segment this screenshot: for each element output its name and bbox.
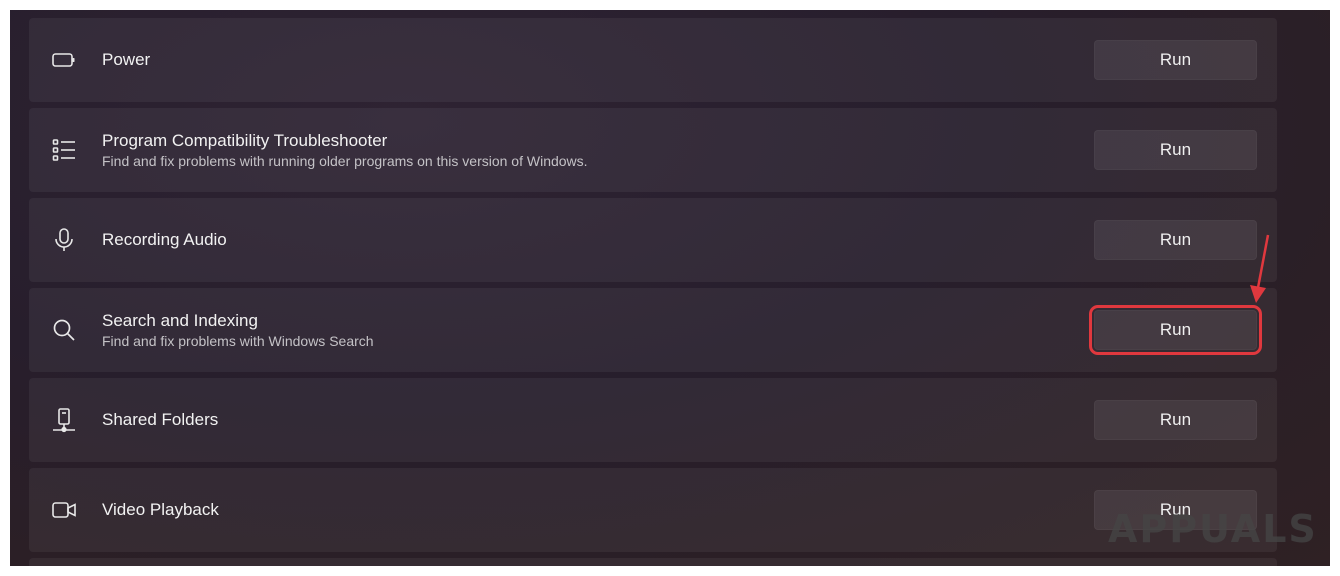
row-title: Video Playback — [102, 500, 219, 519]
troubleshooter-row-power: Power Run — [29, 18, 1277, 102]
troubleshooter-row-shared-folders: Shared Folders Run — [29, 378, 1277, 462]
network-drive-icon — [47, 403, 81, 437]
search-icon — [47, 313, 81, 347]
troubleshooter-row-recording-audio: Recording Audio Run — [29, 198, 1277, 282]
run-button-search-indexing[interactable]: Run — [1089, 305, 1262, 355]
annotation-arrow — [1250, 234, 1270, 303]
list-icon — [47, 133, 81, 167]
troubleshooter-row-program-compatibility: Program Compatibility Troubleshooter Fin… — [29, 108, 1277, 192]
troubleshooter-row-video-playback: Video Playback Run — [29, 468, 1277, 552]
row-title: Program Compatibility Troubleshooter — [102, 131, 388, 150]
video-camera-icon — [47, 493, 81, 527]
run-button-recording-audio[interactable]: Run — [1094, 220, 1257, 260]
row-title: Shared Folders — [102, 410, 219, 429]
row-title: Recording Audio — [102, 230, 227, 249]
troubleshooter-row-search-indexing: Search and Indexing Find and fix problem… — [29, 288, 1277, 372]
troubleshooters-window: Power Run Program Compatibility Troubles… — [10, 10, 1330, 566]
row-description: Find and fix problems with Windows Searc… — [102, 333, 374, 349]
run-button-program-compatibility[interactable]: Run — [1094, 130, 1257, 170]
microphone-icon — [47, 223, 81, 257]
row-description: Find and fix problems with running older… — [102, 153, 588, 169]
run-button-shared-folders[interactable]: Run — [1094, 400, 1257, 440]
row-title: Search and Indexing — [102, 311, 258, 330]
battery-icon — [47, 43, 81, 77]
appuals-watermark: APPUALS — [1108, 507, 1318, 551]
run-button-power[interactable]: Run — [1094, 40, 1257, 80]
troubleshooter-row-partial — [29, 558, 1277, 566]
row-title: Power — [102, 50, 151, 69]
